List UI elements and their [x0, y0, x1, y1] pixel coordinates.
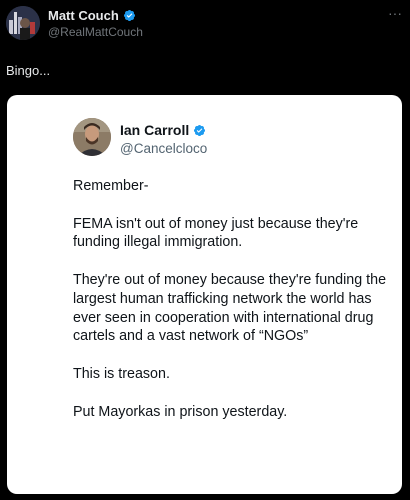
verified-badge-icon	[123, 9, 135, 22]
quoted-tweet-screenshot[interactable]: Ian Carroll @Cancelcloco Remember- FEMA …	[7, 95, 402, 494]
outer-tweet-text: Bingo...	[6, 63, 51, 78]
paragraph: FEMA isn't out of money just because the…	[73, 215, 359, 251]
paragraph: Remember-	[73, 178, 149, 194]
inner-tweet-body: Remember- FEMA isn't out of money just b…	[73, 177, 393, 440]
inner-author-name: Ian Carroll	[120, 122, 190, 138]
outer-tweet-header: Matt Couch @RealMattCouch ···	[6, 6, 404, 42]
paragraph: They're out of money because they're fun…	[73, 272, 387, 345]
outer-author-handle[interactable]: @RealMattCouch	[48, 25, 143, 39]
inner-author-handle: @Cancelcloco	[120, 141, 208, 156]
paragraph: Put Mayorkas in prison yesterday.	[73, 403, 288, 420]
inner-author-avatar	[73, 118, 111, 156]
outer-author-name[interactable]: Matt Couch	[48, 8, 119, 23]
paragraph: This is treason.	[73, 365, 170, 382]
more-options-icon[interactable]: ···	[388, 6, 402, 20]
verified-badge-icon	[194, 124, 206, 136]
outer-author-avatar[interactable]	[6, 6, 40, 40]
